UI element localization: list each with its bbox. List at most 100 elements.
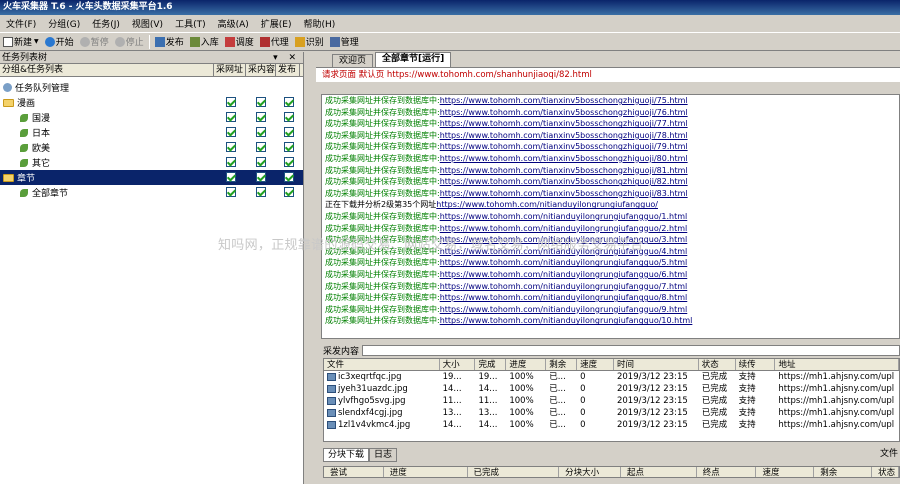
download-column-header[interactable]: 续传 <box>736 359 776 370</box>
tree-node[interactable]: 漫画 <box>0 95 303 110</box>
manage-button[interactable]: 管理 <box>327 35 362 48</box>
download-row[interactable]: 1zl1v4vkmc4.jpg 14... 14... 100% 已... 0 2019/3… <box>324 419 899 431</box>
tab-block-download[interactable]: 分块下载 <box>323 448 370 462</box>
log-url-link[interactable]: https://www.tohomh.com/nitianduyilongrun… <box>440 305 688 314</box>
splitter[interactable] <box>305 52 316 484</box>
menu-file[interactable]: 文件(F) <box>0 17 42 30</box>
block-column-header[interactable]: 速度 <box>756 467 815 477</box>
block-column-header[interactable]: 尝试 <box>324 467 384 477</box>
tree-node[interactable]: 章节 <box>0 170 303 185</box>
import-button[interactable]: 入库 <box>187 35 222 48</box>
collect-content-checkbox[interactable] <box>256 112 266 122</box>
download-row[interactable]: ic3xeqrtfqc.jpg 19... 19... 100% 已... 0 2019/3… <box>324 371 899 383</box>
block-column-header[interactable]: 分块大小 <box>559 467 621 477</box>
publish-checkbox[interactable] <box>284 187 294 197</box>
publish-checkbox[interactable] <box>284 172 294 182</box>
col-publish[interactable]: 发布 <box>276 64 300 76</box>
pane-buttons[interactable]: ▾ ✕ <box>273 52 300 64</box>
log-url-link[interactable]: https://www.tohomh.com/nitianduyilongrun… <box>440 224 688 233</box>
download-column-header[interactable]: 大小 <box>440 359 476 370</box>
block-column-header[interactable]: 状态 <box>872 467 899 477</box>
block-column-header[interactable]: 剩余 <box>814 467 873 477</box>
collect-content-checkbox[interactable] <box>256 127 266 137</box>
collect-url-checkbox[interactable] <box>226 187 236 197</box>
stop-button[interactable]: 停止 <box>112 35 147 48</box>
log-url-link[interactable]: https://www.tohomh.com/tianxinv5bosschon… <box>440 96 688 105</box>
log-url-link[interactable]: https://www.tohomh.com/tianxinv5bosschon… <box>440 108 688 117</box>
block-column-header[interactable]: 已完成 <box>468 467 560 477</box>
pause-button[interactable]: 暂停 <box>77 35 112 48</box>
publish-checkbox[interactable] <box>284 112 294 122</box>
tree-node[interactable]: 欧美 <box>0 140 303 155</box>
download-row[interactable]: ylvfhgo5svg.jpg 11... 11... 100% 已... 0 2019/3… <box>324 395 899 407</box>
log-url-link[interactable]: https://www.tohomh.com/nitianduyilongrun… <box>440 258 688 267</box>
menu-task[interactable]: 任务(J) <box>86 17 126 30</box>
tab-log[interactable]: 日志 <box>369 448 398 462</box>
tab-welcome[interactable]: 欢迎页 <box>332 54 374 67</box>
download-column-header[interactable]: 状态 <box>699 359 736 370</box>
collect-url-checkbox[interactable] <box>226 172 236 182</box>
tree-node[interactable]: 全部章节 <box>0 185 303 200</box>
collect-url-checkbox[interactable] <box>226 127 236 137</box>
block-column-header[interactable]: 进度 <box>384 467 468 477</box>
collect-url-checkbox[interactable] <box>226 142 236 152</box>
collect-content-field[interactable] <box>362 345 900 356</box>
menu-extend[interactable]: 扩展(E) <box>255 17 298 30</box>
publish-button[interactable]: 发布 <box>152 35 187 48</box>
new-button[interactable]: 新建 ▼ <box>0 35 42 48</box>
collect-content-checkbox[interactable] <box>256 142 266 152</box>
collect-url-checkbox[interactable] <box>226 157 236 167</box>
menu-tools[interactable]: 工具(T) <box>169 17 212 30</box>
tree-node[interactable]: 日本 <box>0 125 303 140</box>
download-row[interactable]: jyeh31uazdc.jpg 14... 14... 100% 已... 0 2019/3… <box>324 383 899 395</box>
col-group-task[interactable]: 分组&任务列表 <box>0 64 214 76</box>
collect-content-checkbox[interactable] <box>256 97 266 107</box>
download-column-header[interactable]: 速度 <box>577 359 614 370</box>
download-column-header[interactable]: 完成 <box>475 359 507 370</box>
log-url-link[interactable]: https://www.tohomh.com/nitianduyilongrun… <box>440 316 693 325</box>
tab-all-chapters[interactable]: 全部章节[运行] <box>375 52 452 67</box>
menu-help[interactable]: 帮助(H) <box>298 17 342 30</box>
collect-url-checkbox[interactable] <box>226 112 236 122</box>
collect-content-checkbox[interactable] <box>256 172 266 182</box>
menu-advanced[interactable]: 高级(A) <box>212 17 255 30</box>
identify-button[interactable]: 识别 <box>292 35 327 48</box>
schedule-button[interactable]: 调度 <box>222 35 257 48</box>
download-column-header[interactable]: 剩余 <box>546 359 578 370</box>
log-url-link[interactable]: https://www.tohomh.com/tianxinv5bosschon… <box>440 166 688 175</box>
log-url-link[interactable]: https://www.tohomh.com/nitianduyilongrun… <box>440 282 688 291</box>
tree-node[interactable]: 任务队列管理 <box>0 80 303 95</box>
log-url-link[interactable]: https://www.tohomh.com/tianxinv5bosschon… <box>440 177 688 186</box>
log-url-link[interactable]: https://www.tohomh.com/tianxinv5bosschon… <box>440 154 688 163</box>
download-column-header[interactable]: 时间 <box>614 359 699 370</box>
log-url-link[interactable]: https://www.tohomh.com/nitianduyilongrun… <box>440 293 688 302</box>
download-column-header[interactable]: 进度 <box>506 359 547 370</box>
log-url-link[interactable]: https://www.tohomh.com/nitianduyilongrun… <box>440 212 688 221</box>
collect-url-checkbox[interactable] <box>226 97 236 107</box>
tree-node[interactable]: 国漫 <box>0 110 303 125</box>
collect-content-checkbox[interactable] <box>256 157 266 167</box>
proxy-button[interactable]: 代理 <box>257 35 292 48</box>
publish-checkbox[interactable] <box>284 127 294 137</box>
block-column-header[interactable]: 终点 <box>697 467 757 477</box>
menu-view[interactable]: 视图(V) <box>126 17 169 30</box>
publish-checkbox[interactable] <box>284 157 294 167</box>
log-url-link[interactable]: https://www.tohomh.com/tianxinv5bosschon… <box>440 119 688 128</box>
chevron-down-icon[interactable]: ▼ <box>34 38 39 45</box>
log-url-link[interactable]: https://www.tohomh.com/nitianduyilongrun… <box>436 200 658 209</box>
log-url-link[interactable]: https://www.tohomh.com/tianxinv5bosschon… <box>440 142 688 151</box>
block-column-header[interactable]: 起点 <box>621 467 697 477</box>
publish-checkbox[interactable] <box>284 142 294 152</box>
log-url-link[interactable]: https://www.tohomh.com/nitianduyilongrun… <box>440 270 688 279</box>
download-row[interactable]: slendxf4cgj.jpg 13... 13... 100% 已... 0 2019/3… <box>324 407 899 419</box>
log-url-link[interactable]: https://www.tohomh.com/tianxinv5bosschon… <box>440 131 688 140</box>
menu-group[interactable]: 分组(G) <box>42 17 86 30</box>
tree-node[interactable]: 其它 <box>0 155 303 170</box>
download-column-header[interactable]: 地址 <box>775 359 899 370</box>
download-column-header[interactable]: 文件 <box>324 359 440 370</box>
col-collect-url[interactable]: 采网址 <box>214 64 246 76</box>
log-url-link[interactable]: https://www.tohomh.com/tianxinv5bosschon… <box>440 189 688 198</box>
publish-checkbox[interactable] <box>284 97 294 107</box>
collect-content-checkbox[interactable] <box>256 187 266 197</box>
col-collect-content[interactable]: 采内容 <box>246 64 276 76</box>
